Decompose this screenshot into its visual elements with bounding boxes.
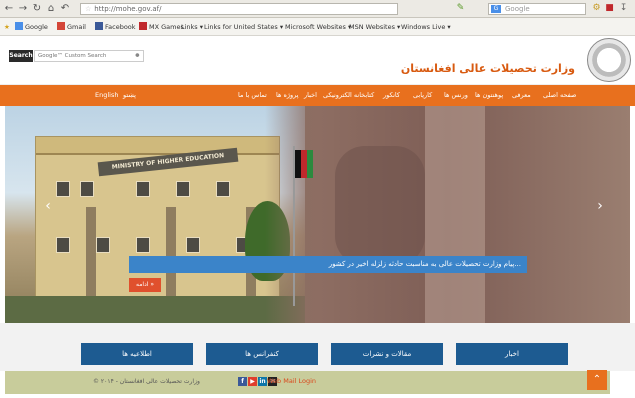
main-nav: English پښتو تماس با ما پروژه ها اخبار ک… xyxy=(0,85,635,106)
browser-toolbar: ← → ↻ ⌂ ↶ ☆ http://mohe.gov.af/ ✎ G Google… xyxy=(0,0,635,18)
undo-icon[interactable]: ↶ xyxy=(59,3,71,15)
back-icon[interactable]: ← xyxy=(3,3,15,15)
nav-e-library[interactable]: کتابخانه الکترونیکی xyxy=(323,91,374,100)
pen-icon[interactable]: ✎ xyxy=(455,3,466,14)
nav-contact[interactable]: تماس با ما xyxy=(238,91,267,100)
read-more-button[interactable]: ادامه » xyxy=(129,278,161,292)
bookmark-google[interactable]: Google xyxy=(15,22,48,32)
forward-icon[interactable]: → xyxy=(17,3,29,15)
linkedin-icon[interactable]: in xyxy=(258,377,267,386)
address-bar[interactable]: ☆ http://mohe.gov.af/ xyxy=(80,3,398,15)
scroll-to-top-icon[interactable]: ⌃ xyxy=(587,370,607,390)
slider-next-icon[interactable]: › xyxy=(593,196,607,216)
bookmark-links[interactable]: Links ▾ xyxy=(181,22,203,32)
home-icon[interactable]: ⌂ xyxy=(45,3,57,15)
bookmarks-bar: ★ Google Gmail Facebook MX Games Links ▾… xyxy=(0,18,635,36)
reload-icon[interactable]: ↻ xyxy=(31,3,43,15)
bookmark-mx-games[interactable]: MX Games xyxy=(139,22,184,32)
browser-search-placeholder: Google xyxy=(505,5,530,13)
site-search-button[interactable]: Search xyxy=(9,50,33,62)
nav-kankor[interactable]: کانکور xyxy=(383,91,400,100)
slider-prev-icon[interactable]: ‹ xyxy=(41,196,55,216)
browser-search-box[interactable]: G Google xyxy=(488,3,586,15)
facebook-icon xyxy=(95,22,103,30)
bookmark-microsoft[interactable]: Microsoft Websites ▾ xyxy=(285,22,351,32)
tile-conferences[interactable]: کنفرانس ها xyxy=(206,343,318,365)
nav-english[interactable]: English xyxy=(95,91,118,100)
nav-about[interactable]: معرفی xyxy=(512,91,531,100)
tools-icon[interactable]: ⚙ xyxy=(591,3,602,14)
hero-slider: MINISTRY OF HIGHER EDUCATION ‹ › پیام وز… xyxy=(5,106,630,323)
facebook-icon[interactable]: f xyxy=(238,377,247,386)
bookmark-star-icon: ★ xyxy=(4,23,10,31)
mx-games-icon xyxy=(139,22,147,30)
bookmark-gmail[interactable]: Gmail xyxy=(57,22,86,32)
nav-universities[interactable]: پوهنتون ها xyxy=(475,91,503,100)
site-title[interactable]: وزارت تحصیلات عالی افغانستان xyxy=(401,62,575,75)
bookmark-facebook[interactable]: Facebook xyxy=(95,22,136,32)
quick-links: اطلاعیه ها کنفرانس ها مقالات و نشرات اخب… xyxy=(0,323,635,371)
google-icon xyxy=(15,22,23,30)
gmail-icon xyxy=(57,22,65,30)
microphone-icon[interactable]: ⚫ xyxy=(134,51,141,61)
addon-icon[interactable]: ■ xyxy=(604,3,615,14)
site-header: Search ⚫ وزارت تحصیلات عالی افغانستان xyxy=(0,36,635,85)
nav-pashto[interactable]: پښتو xyxy=(123,91,136,100)
fence xyxy=(5,296,305,323)
nav-news[interactable]: اخبار xyxy=(304,91,317,100)
nav-scholarships[interactable]: ورنس ها xyxy=(444,91,468,100)
tile-news[interactable]: اخبار xyxy=(456,343,568,365)
bookmark-star-icon[interactable]: ☆ xyxy=(85,5,91,13)
ministry-logo[interactable] xyxy=(587,38,631,82)
nav-home[interactable]: صفحه اصلی xyxy=(543,91,576,100)
slide-caption[interactable]: پیام وزارت تحصیلات عالی به مناسبت حادثه … xyxy=(129,256,527,273)
bookmark-windows-live[interactable]: Windows Live ▾ xyxy=(401,22,451,32)
bookmark-msn[interactable]: MSN Websites ▾ xyxy=(349,22,400,32)
google-search-icon: G xyxy=(491,5,501,13)
nav-projects[interactable]: پروژه ها xyxy=(276,91,299,100)
site-search-input[interactable] xyxy=(34,50,144,62)
youtube-icon[interactable]: ▶ xyxy=(248,377,257,386)
url-text: http://mohe.gov.af/ xyxy=(94,5,162,13)
web-mail-login-link[interactable]: Web Mail Login xyxy=(267,377,316,385)
nav-jobs[interactable]: کاریابی xyxy=(413,91,432,100)
tile-articles[interactable]: مقالات و نشرات xyxy=(331,343,443,365)
download-icon[interactable]: ↧ xyxy=(618,3,629,14)
tile-announcements[interactable]: اطلاعیه ها xyxy=(81,343,193,365)
copyright: © وزارت تحصیلات عالی افغانستان - ۲۰۱۴ xyxy=(93,378,200,385)
bookmark-links-us[interactable]: Links for United States ▾ xyxy=(204,22,283,32)
footer: © وزارت تحصیلات عالی افغانستان - ۲۰۱۴ f ▶… xyxy=(5,371,610,394)
afghan-flag xyxy=(295,150,313,178)
